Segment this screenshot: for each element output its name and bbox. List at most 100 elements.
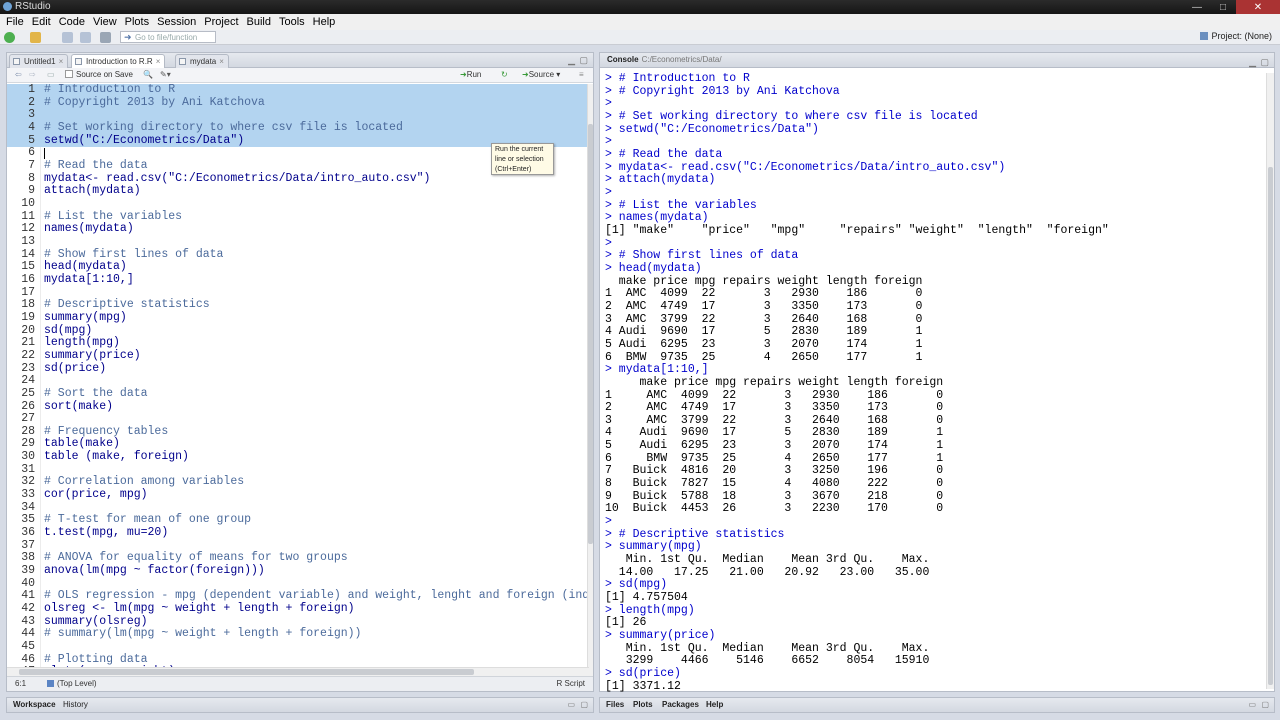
code-line[interactable]: 36 t.test(mpg, mu=20) bbox=[7, 526, 589, 540]
tab-files[interactable]: Files bbox=[606, 700, 624, 709]
tab-plots[interactable]: Plots bbox=[633, 700, 653, 709]
code-line[interactable]: 25 # Sort the data bbox=[7, 387, 589, 401]
menu-bar: File Edit Code View Plots Session Projec… bbox=[0, 14, 1280, 30]
menu-session[interactable]: Session bbox=[153, 16, 200, 28]
print-icon[interactable] bbox=[100, 32, 111, 43]
scroll-thumb[interactable] bbox=[588, 124, 593, 544]
code-line[interactable]: 42 olsreg <- lm(mpg ~ weight + length + f… bbox=[7, 602, 589, 616]
open-file-icon[interactable] bbox=[30, 32, 41, 43]
scroll-thumb[interactable] bbox=[19, 669, 474, 675]
file-type-selector[interactable]: R Script bbox=[557, 679, 585, 688]
forward-arrow-icon[interactable]: ⇨ bbox=[29, 70, 36, 79]
code-line[interactable]: 16 mydata[1:10,] bbox=[7, 272, 589, 287]
code-line[interactable]: 1 # Introduction to R bbox=[7, 84, 589, 97]
goto-file-input[interactable]: ➜ Go to file/function bbox=[120, 31, 216, 43]
editor-vertical-scrollbar[interactable] bbox=[587, 84, 593, 676]
new-file-icon[interactable] bbox=[4, 32, 15, 43]
code-line[interactable]: 33 cor(price, mpg) bbox=[7, 488, 589, 502]
scroll-thumb[interactable] bbox=[1268, 167, 1273, 685]
code-line[interactable]: 9 attach(mydata) bbox=[7, 185, 589, 198]
console-input-line: > mydata[1:10,] bbox=[605, 363, 709, 377]
maximize-pane-icon[interactable]: ▢ bbox=[1261, 700, 1269, 709]
minimize-button[interactable]: — bbox=[1184, 0, 1210, 14]
code-line[interactable]: 27 bbox=[7, 412, 589, 426]
code-line[interactable]: 23 sd(price) bbox=[7, 362, 589, 376]
data-table-icon bbox=[179, 58, 186, 65]
tab-label: Introduction to R.R bbox=[86, 57, 153, 66]
line-number: 42 bbox=[21, 602, 35, 616]
code-line[interactable]: 2 # Copyright 2013 by Ani Katchova bbox=[7, 96, 589, 110]
run-button[interactable]: ➜Run bbox=[460, 70, 481, 79]
save-icon[interactable] bbox=[62, 32, 73, 43]
close-tab-icon[interactable]: × bbox=[219, 57, 224, 66]
code-line[interactable]: 4 # Set working directory to where csv fi… bbox=[7, 121, 589, 135]
find-icon[interactable]: 🔍 bbox=[143, 70, 153, 79]
show-in-window-icon[interactable]: ▭ bbox=[47, 70, 55, 79]
menu-view[interactable]: View bbox=[89, 16, 121, 28]
tab-mydata[interactable]: mydata × bbox=[175, 54, 229, 68]
save-all-icon[interactable] bbox=[80, 32, 91, 43]
menu-code[interactable]: Code bbox=[55, 16, 89, 28]
line-number: 36 bbox=[21, 526, 35, 540]
line-number: 10 bbox=[21, 196, 35, 210]
scope-selector[interactable]: (Top Level) bbox=[47, 679, 97, 688]
tab-untitled1[interactable]: Untitled1 × bbox=[9, 54, 69, 68]
tab-packages[interactable]: Packages bbox=[662, 700, 699, 709]
maximize-pane-icon[interactable]: ▢ bbox=[1260, 55, 1269, 69]
code-line[interactable]: 18 # Descriptive statistics bbox=[7, 299, 589, 312]
menu-build[interactable]: Build bbox=[243, 16, 275, 28]
tab-workspace[interactable]: Workspace bbox=[13, 700, 56, 709]
tab-introduction[interactable]: Introduction to R.R × bbox=[71, 54, 166, 69]
menu-help[interactable]: Help bbox=[309, 16, 340, 28]
close-tab-icon[interactable]: × bbox=[59, 57, 64, 66]
console-input-line: > head(mydata) bbox=[605, 261, 702, 275]
code-line[interactable]: 13 bbox=[7, 235, 589, 249]
code-line[interactable]: 15 head(mydata) bbox=[7, 261, 589, 274]
console-input-line: > # Copyright 2013 by Ani Katchova bbox=[605, 84, 840, 98]
code-line[interactable]: 39 anova(lm(mpg ~ factor(foreign))) bbox=[7, 564, 589, 578]
maximize-pane-icon[interactable]: ▢ bbox=[580, 700, 588, 709]
console-output[interactable]: > # Introduction to R > # Copyright 2013 … bbox=[600, 73, 1268, 693]
back-arrow-icon[interactable]: ⇦ bbox=[15, 70, 22, 79]
code-line[interactable]: 26 sort(make) bbox=[7, 400, 589, 414]
close-tab-icon[interactable]: × bbox=[156, 57, 161, 66]
close-button[interactable]: ✕ bbox=[1236, 0, 1280, 14]
rerun-icon[interactable]: ↻ bbox=[501, 70, 508, 79]
project-menu[interactable]: Project: (None) bbox=[1200, 31, 1272, 41]
code-line[interactable]: 10 bbox=[7, 196, 589, 211]
menu-file[interactable]: File bbox=[2, 16, 28, 28]
maximize-pane-icon[interactable]: ▢ bbox=[579, 55, 588, 66]
menu-tools[interactable]: Tools bbox=[275, 16, 309, 28]
code-tools-icon[interactable]: ✎▾ bbox=[160, 70, 171, 79]
menu-plots[interactable]: Plots bbox=[121, 16, 153, 28]
source-on-save-checkbox[interactable]: Source on Save bbox=[65, 70, 133, 79]
code-line[interactable]: 24 bbox=[7, 375, 589, 388]
code-line[interactable]: 22 summary(price) bbox=[7, 349, 589, 363]
minimize-pane-icon[interactable]: ▁ bbox=[568, 55, 575, 66]
minimize-pane-icon[interactable]: ▁ bbox=[1249, 55, 1256, 69]
code-line[interactable]: 12 names(mydata) bbox=[7, 223, 589, 236]
code-line[interactable]: 44 # summary(lm(mpg ~ weight + length + f… bbox=[7, 628, 589, 641]
tab-help[interactable]: Help bbox=[706, 700, 723, 709]
outline-icon[interactable]: ≡ bbox=[579, 70, 584, 79]
console-vertical-scrollbar[interactable] bbox=[1266, 73, 1274, 689]
maximize-button[interactable]: □ bbox=[1210, 0, 1236, 14]
console-input-line: > # Show first lines of data bbox=[605, 249, 799, 263]
tab-label: mydata bbox=[190, 57, 217, 66]
menu-edit[interactable]: Edit bbox=[28, 16, 55, 28]
console-pane: Console C:/Econometrics/Data/ ▁ ▢ > # Int… bbox=[599, 52, 1275, 692]
restore-pane-icon[interactable]: ▭ bbox=[567, 700, 575, 709]
menu-project[interactable]: Project bbox=[200, 16, 242, 28]
source-button[interactable]: ➜Source ▾ bbox=[522, 70, 560, 79]
code-line[interactable]: 45 bbox=[7, 640, 589, 654]
code-line[interactable]: 19 summary(mpg) bbox=[7, 311, 589, 325]
line-number: 16 bbox=[21, 272, 35, 286]
code-line[interactable]: 30 table (make, foreign) bbox=[7, 450, 589, 464]
code-line[interactable]: 21 length(mpg) bbox=[7, 337, 589, 350]
line-number: 24 bbox=[21, 374, 35, 388]
code-text: # Introduction to R bbox=[44, 84, 176, 96]
code-text: olsreg <- lm(mpg ~ weight + length + for… bbox=[44, 602, 355, 616]
restore-pane-icon[interactable]: ▭ bbox=[1248, 700, 1256, 709]
tab-history[interactable]: History bbox=[63, 700, 88, 709]
editor-horizontal-scrollbar[interactable] bbox=[7, 667, 589, 676]
